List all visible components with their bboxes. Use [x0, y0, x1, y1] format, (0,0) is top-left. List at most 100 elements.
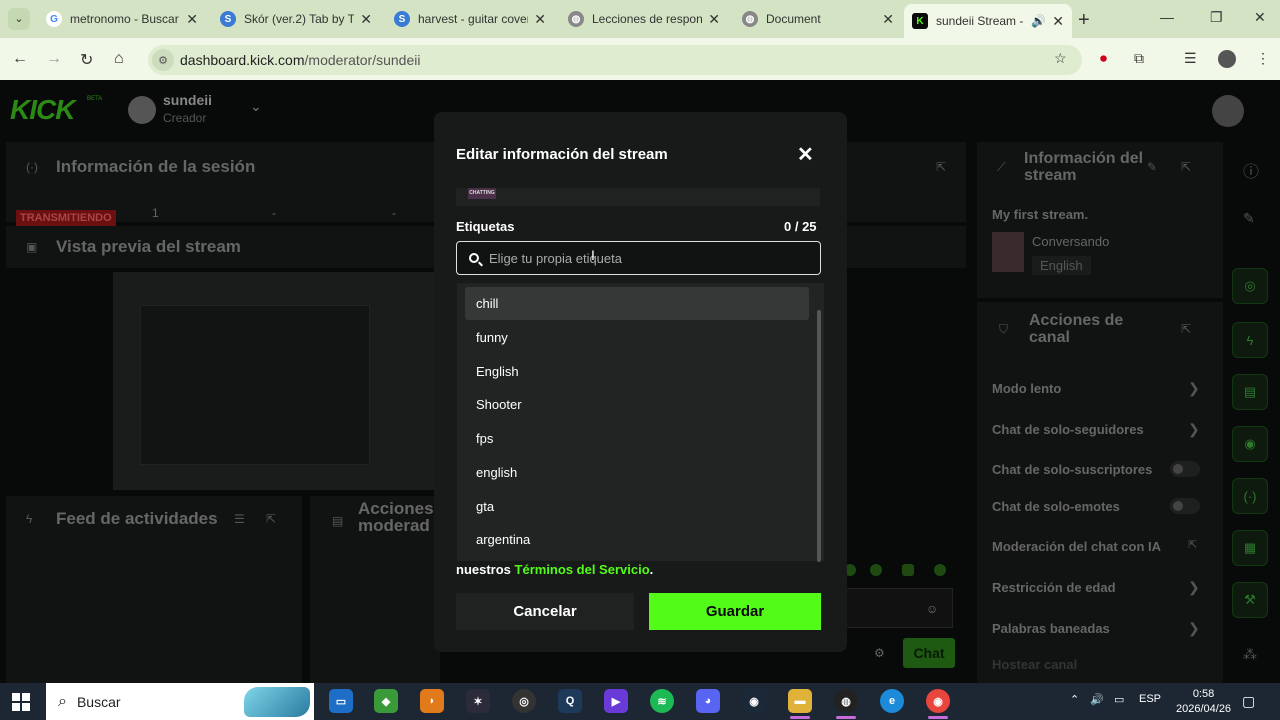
- extension-icon[interactable]: ⏺: [1100, 50, 1107, 67]
- volume-icon[interactable]: 🔊: [1090, 693, 1104, 706]
- edit-icon[interactable]: ✎: [1147, 160, 1157, 174]
- avatar[interactable]: [1212, 95, 1244, 127]
- network-icon[interactable]: ▭: [1114, 693, 1124, 706]
- app-icon[interactable]: ◆: [374, 689, 398, 713]
- close-icon[interactable]: ✕: [797, 142, 814, 167]
- broadcast-button[interactable]: (·): [1232, 478, 1268, 514]
- spotify-icon[interactable]: ≋: [650, 689, 674, 713]
- app-icon[interactable]: ▶: [604, 689, 628, 713]
- browser-tab[interactable]: S Skór (ver.2) Tab by Th ✕: [212, 6, 380, 32]
- action-emotes-only[interactable]: Chat de solo-emotes: [992, 499, 1120, 514]
- tag-search-input[interactable]: [489, 250, 789, 266]
- tag-option[interactable]: English: [465, 355, 809, 388]
- profile-avatar[interactable]: [1218, 50, 1236, 68]
- tab-search-dropdown-icon[interactable]: ⌄: [8, 8, 30, 30]
- edit-icon[interactable]: ✎: [1243, 210, 1255, 227]
- popout-icon[interactable]: ⇱: [1181, 322, 1191, 336]
- action-age-restriction[interactable]: Restricción de edad: [992, 580, 1116, 595]
- browser-tab[interactable]: G metronomo - Buscar ✕: [38, 6, 206, 32]
- new-tab-icon[interactable]: +: [1078, 9, 1090, 32]
- back-icon[interactable]: ←: [12, 50, 28, 68]
- forward-icon[interactable]: →: [46, 50, 62, 68]
- clock[interactable]: 0:58 2026/04/26: [1176, 687, 1231, 717]
- user-name[interactable]: sundeii: [163, 92, 212, 108]
- save-button[interactable]: Guardar: [649, 593, 821, 630]
- popout-icon[interactable]: ⇱: [936, 160, 946, 174]
- action-host-channel[interactable]: Hostear canal: [992, 657, 1077, 672]
- chevron-right-icon[interactable]: ❯: [1188, 421, 1200, 438]
- subscribers-only-toggle[interactable]: [1170, 461, 1200, 477]
- windows-start-icon[interactable]: [12, 693, 30, 711]
- tray-chevron-icon[interactable]: ⌃: [1070, 693, 1079, 706]
- emoji-icon[interactable]: ☺: [926, 602, 938, 616]
- emotes-only-toggle[interactable]: [1170, 498, 1200, 514]
- info-icon[interactable]: ⓘ: [1243, 158, 1259, 182]
- media-control-icon[interactable]: ☰: [1184, 50, 1197, 67]
- reload-icon[interactable]: ↻: [80, 50, 93, 70]
- list-button[interactable]: ▤: [1232, 374, 1268, 410]
- filter-icon[interactable]: ☰: [234, 512, 245, 526]
- action-subscribers-only[interactable]: Chat de solo-suscriptores: [992, 462, 1152, 477]
- notification-icon[interactable]: ▢: [1242, 693, 1255, 710]
- browser-tab[interactable]: ◍ Lecciones de respons ✕: [560, 6, 728, 32]
- terms-link[interactable]: Términos del Servicio: [515, 562, 650, 577]
- emote-icon[interactable]: [870, 564, 882, 576]
- emote-icon[interactable]: [902, 564, 914, 576]
- obs-icon[interactable]: ◍: [834, 689, 858, 713]
- close-icon[interactable]: ✕: [534, 11, 546, 28]
- wrench-button[interactable]: ⚒: [1232, 582, 1268, 618]
- popout-icon[interactable]: ⇱: [266, 512, 276, 526]
- chat-send-button[interactable]: Chat: [903, 638, 955, 668]
- browser-tab-active[interactable]: K sundeii Stream - 🔊 ✕: [904, 4, 1072, 38]
- chevron-right-icon[interactable]: ❯: [1188, 579, 1200, 596]
- menu-dots-icon[interactable]: ⋮: [1256, 50, 1270, 67]
- external-link-icon[interactable]: ⇱: [1188, 538, 1197, 551]
- home-icon[interactable]: ⌂: [114, 50, 124, 68]
- action-followers-only[interactable]: Chat de solo-seguidores: [992, 422, 1144, 437]
- edge-icon[interactable]: e: [880, 689, 904, 713]
- close-icon[interactable]: ✕: [360, 11, 372, 28]
- browser-tab[interactable]: ◍ Document ✕: [734, 6, 902, 32]
- popout-icon[interactable]: ⇱: [1181, 160, 1191, 174]
- camera-button[interactable]: ◎: [1232, 268, 1268, 304]
- tag-option[interactable]: english: [465, 456, 809, 489]
- layout-button[interactable]: ▦: [1232, 530, 1268, 566]
- chrome-icon[interactable]: ◉: [926, 689, 950, 713]
- steam-icon[interactable]: ◉: [742, 689, 766, 713]
- chevron-right-icon[interactable]: ❯: [1188, 620, 1200, 637]
- browser-tab[interactable]: S harvest - guitar cover ✕: [386, 6, 554, 32]
- kick-logo[interactable]: KICK: [10, 94, 75, 126]
- discord-icon[interactable]: ◕: [696, 689, 720, 713]
- action-ai-moderation[interactable]: Moderación del chat con IA: [992, 539, 1161, 554]
- bookmark-star-icon[interactable]: ☆: [1054, 50, 1067, 67]
- app-icon[interactable]: Q: [558, 689, 582, 713]
- action-banned-words[interactable]: Palabras baneadas: [992, 621, 1110, 636]
- tag-option[interactable]: gta: [465, 490, 809, 523]
- emote-icon[interactable]: [934, 564, 946, 576]
- cancel-button[interactable]: Cancelar: [456, 593, 634, 630]
- tag-option[interactable]: chill: [465, 287, 809, 320]
- tag-option[interactable]: fps: [465, 422, 809, 455]
- tag-option[interactable]: argentina: [465, 523, 809, 556]
- url-bar[interactable]: ⚙ dashboard.kick.com/moderator/sundeii: [148, 45, 1082, 75]
- extensions-puzzle-icon[interactable]: ⧉: [1134, 50, 1144, 67]
- restore-icon[interactable]: ❐: [1210, 9, 1223, 26]
- close-icon[interactable]: ✕: [708, 11, 720, 28]
- speaker-icon[interactable]: 🔊: [1031, 14, 1046, 28]
- tag-search-field[interactable]: [456, 241, 821, 275]
- task-view-icon[interactable]: ▭: [329, 689, 353, 713]
- tag-option[interactable]: funny: [465, 321, 809, 354]
- chevron-right-icon[interactable]: ❯: [1188, 380, 1200, 397]
- connect-icon[interactable]: ⁂: [1243, 646, 1257, 663]
- gear-icon[interactable]: ⚙: [874, 646, 885, 660]
- close-icon[interactable]: ✕: [882, 11, 894, 28]
- site-info-icon[interactable]: ⚙: [152, 49, 174, 71]
- minimize-icon[interactable]: —: [1160, 9, 1174, 25]
- window-close-icon[interactable]: ✕: [1254, 9, 1266, 26]
- app-icon[interactable]: ◎: [512, 689, 536, 713]
- language-indicator[interactable]: ESP: [1139, 693, 1161, 705]
- folder-icon[interactable]: ▬: [788, 689, 812, 713]
- app-icon[interactable]: ✶: [466, 689, 490, 713]
- tag-option[interactable]: Shooter: [465, 388, 809, 421]
- close-icon[interactable]: ✕: [1052, 13, 1064, 30]
